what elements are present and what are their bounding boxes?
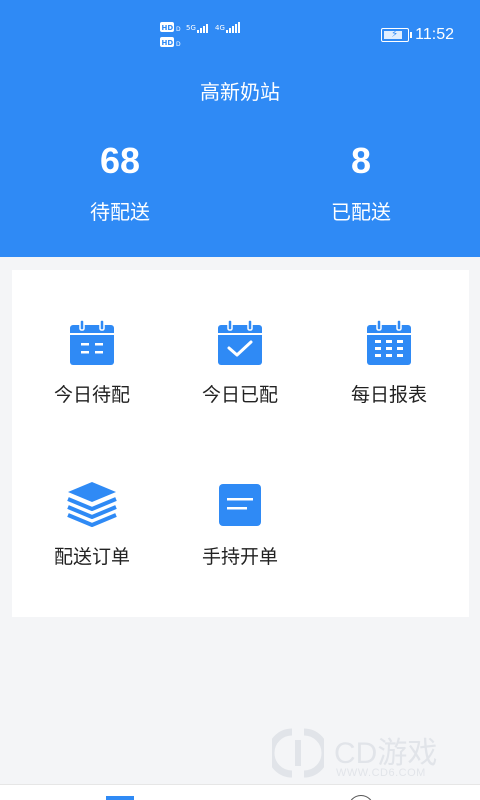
calendar-check-icon (218, 319, 262, 365)
watermark: CD游戏 WWW.CD6.COM (270, 722, 470, 782)
menu-daily-report-label: 每日报表 (350, 384, 427, 406)
status-time: 11:52 (415, 26, 454, 43)
stack-layers-icon (67, 482, 117, 527)
svg-text:4G: 4G (215, 24, 225, 32)
stat-delivered[interactable]: 8 已配送 (261, 140, 461, 225)
header: HD D 5G 4G HD D ⚡ 11:52 高新奶站 68 待配送 8 已配… (0, 0, 480, 257)
menu-today-pending-label: 今日待配 (53, 384, 130, 406)
menu-delivery-orders[interactable]: 配送订单 (12, 480, 172, 569)
page-title: 高新奶站 (200, 80, 280, 104)
calendar-list-icon (70, 319, 114, 365)
watermark-brand: CD游戏 (334, 737, 438, 770)
svg-text:D: D (176, 26, 181, 33)
stat-delivered-label: 已配送 (331, 200, 391, 224)
note-icon (219, 484, 261, 526)
menu-handheld-billing-label: 手持开单 (201, 546, 278, 568)
svg-text:5G: 5G (186, 24, 196, 32)
stat-pending-label: 待配送 (90, 200, 150, 224)
svg-text:HD: HD (162, 24, 174, 32)
menu-card: 今日待配 今日已配 每日报表 配送订单 手持开单 (12, 270, 469, 617)
tab-home-indicator[interactable] (106, 796, 134, 800)
menu-delivery-orders-label: 配送订单 (53, 546, 130, 568)
menu-today-pending[interactable]: 今日待配 (12, 318, 172, 407)
menu-daily-report[interactable]: 每日报表 (309, 318, 469, 407)
stat-pending[interactable]: 68 待配送 (20, 140, 220, 225)
bottom-tab-bar (0, 784, 480, 800)
svg-text:HD: HD (162, 39, 174, 47)
menu-handheld-billing[interactable]: 手持开单 (160, 480, 320, 569)
stat-pending-count: 68 (99, 140, 141, 181)
status-right: ⚡ 11:52 (381, 26, 454, 44)
watermark-url: WWW.CD6.COM (336, 767, 426, 779)
menu-today-delivered-label: 今日已配 (201, 384, 278, 406)
calendar-grid-icon (367, 319, 411, 365)
battery-icon: ⚡ (381, 28, 413, 42)
signal-icon: HD D 5G 4G HD D (160, 22, 240, 48)
svg-text:D: D (176, 41, 181, 48)
status-bar: HD D 5G 4G HD D ⚡ 11:52 (0, 0, 480, 70)
menu-today-delivered[interactable]: 今日已配 (160, 318, 320, 407)
tab-profile-icon[interactable] (348, 795, 374, 800)
stat-delivered-count: 8 (350, 140, 372, 181)
watermark-logo (272, 728, 324, 778)
